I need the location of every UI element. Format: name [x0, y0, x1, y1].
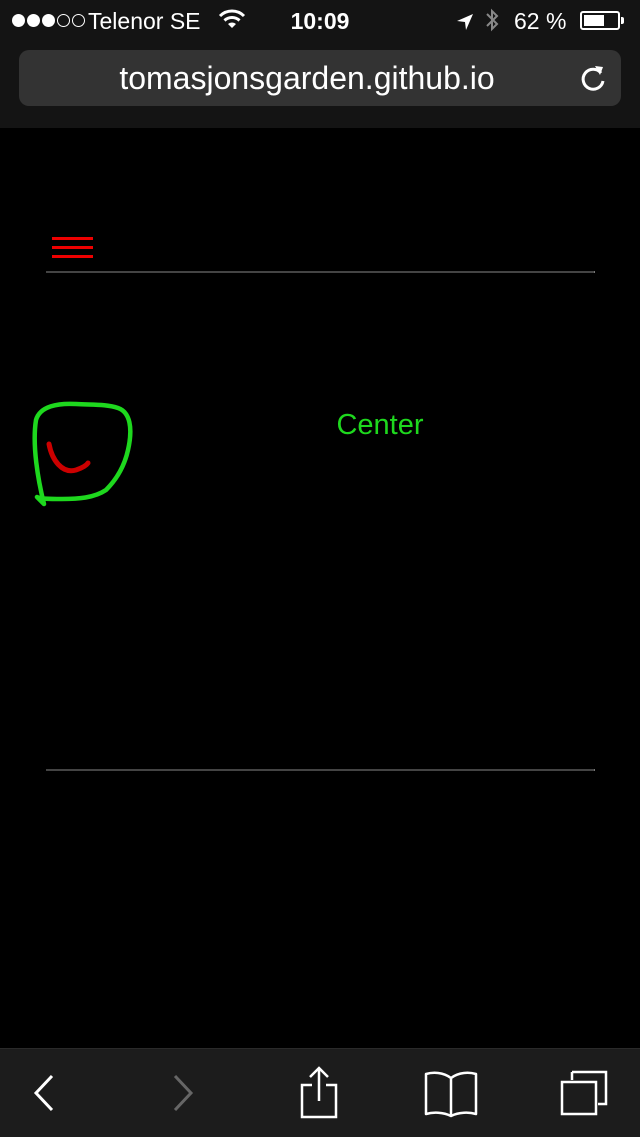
- battery-icon: [580, 11, 624, 30]
- location-arrow-icon: [455, 10, 475, 38]
- back-arrow-icon[interactable]: [0, 1049, 88, 1137]
- top-divider: [46, 271, 595, 273]
- bookmarks-icon[interactable]: [407, 1049, 495, 1137]
- hamburger-menu-icon[interactable]: [52, 237, 94, 259]
- status-bar: Telenor SE 10:09 62 %: [0, 0, 640, 40]
- drawn-scribble: [28, 400, 138, 510]
- center-label: Center: [336, 409, 424, 441]
- address-bar[interactable]: tomasjonsgarden.github.io: [19, 50, 621, 106]
- battery-percent: 62 %: [514, 8, 567, 34]
- bottom-divider: [46, 769, 595, 771]
- reload-icon[interactable]: [577, 62, 609, 94]
- share-icon[interactable]: [275, 1049, 363, 1137]
- forward-arrow-icon[interactable]: [139, 1049, 227, 1137]
- tabs-icon[interactable]: [540, 1049, 628, 1137]
- url-text: tomasjonsgarden.github.io: [119, 60, 495, 96]
- bluetooth-icon: [484, 7, 500, 39]
- browser-toolbar: [0, 1048, 640, 1137]
- browser-chrome-top: Telenor SE 10:09 62 % tomasjonsgarden.gi…: [0, 0, 640, 128]
